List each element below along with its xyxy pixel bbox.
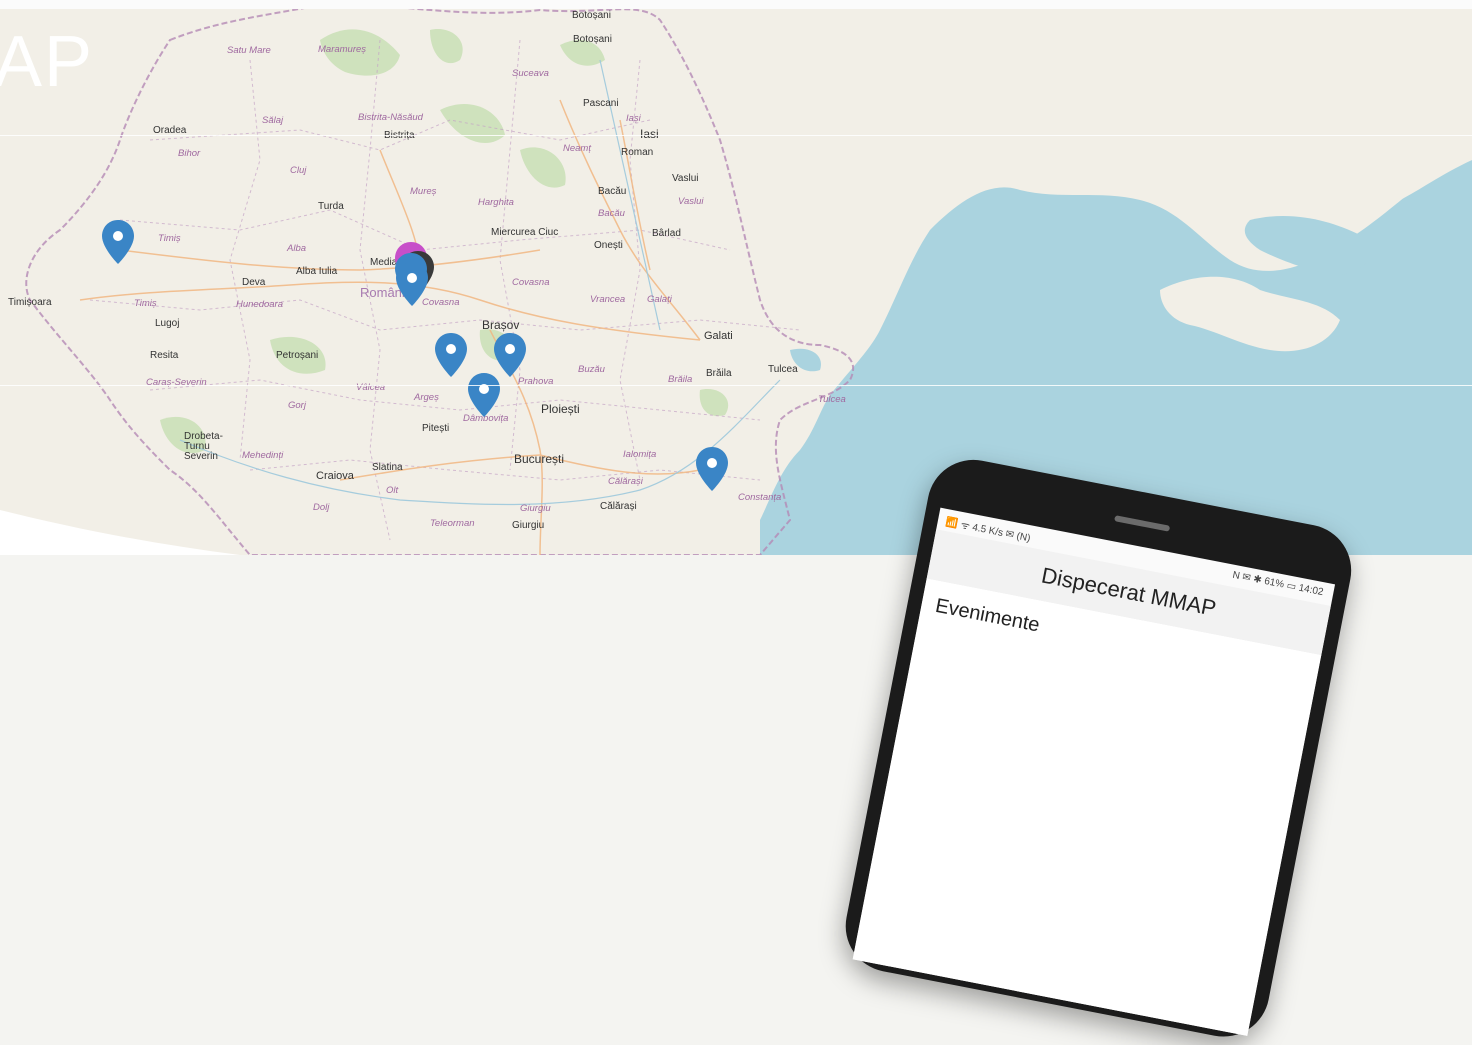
bottom-swoosh xyxy=(0,510,240,555)
map-view[interactable]: Marmatiei Satu Mare Botoșani Botoșani Ma… xyxy=(0,0,1472,555)
map-pin-brasov-east[interactable] xyxy=(494,333,526,377)
divider-line xyxy=(0,385,1472,386)
phone-speaker xyxy=(1114,515,1171,532)
phone-screen: 📶 ᯤ 4.5 K/s ✉ (N) N ✉ ✱ 61% ▭ 14:02 Disp… xyxy=(852,507,1336,1036)
map-pin-dambovita[interactable] xyxy=(468,373,500,417)
app-body: Evenimente xyxy=(852,578,1322,1036)
map-pin-medias-2[interactable] xyxy=(396,262,428,306)
top-strip xyxy=(0,0,1472,9)
hero-title: AP xyxy=(0,22,95,102)
map-pin-brasov-west[interactable] xyxy=(435,333,467,377)
divider-line xyxy=(0,135,1472,136)
map-pin-arad[interactable] xyxy=(102,220,134,264)
section-heading: Evenimente xyxy=(933,594,1042,637)
pin-layer xyxy=(102,220,728,491)
map-pin-calarasi[interactable] xyxy=(696,447,728,491)
